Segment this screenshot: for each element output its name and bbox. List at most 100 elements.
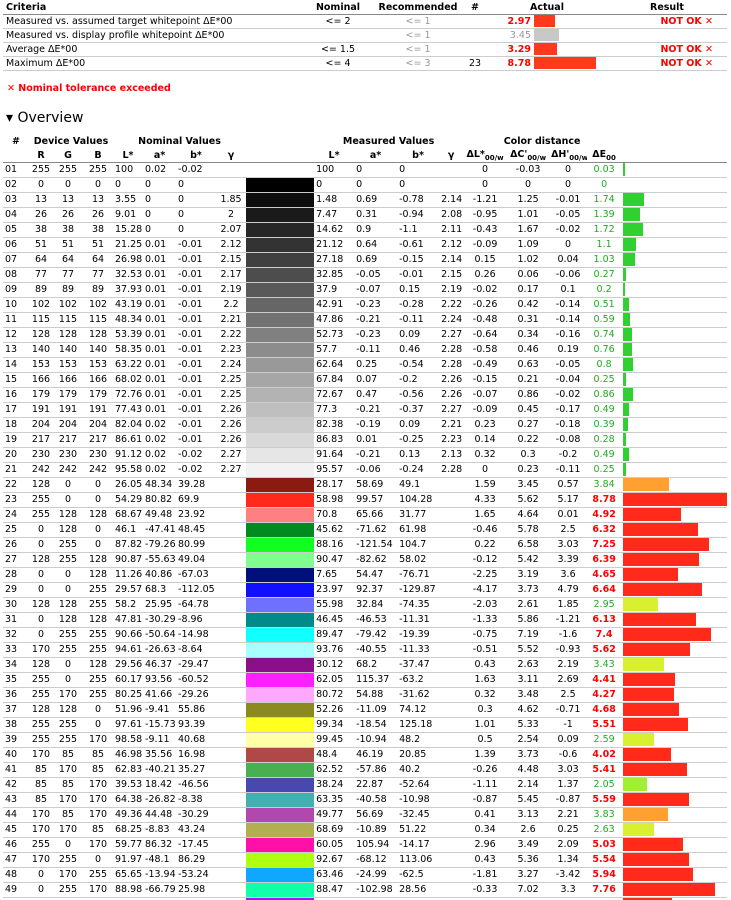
color-swatch [246,222,315,238]
col-label: B [94,149,102,161]
col-label: a* [369,149,382,161]
cell-14: 7.19 [507,627,550,643]
cell-4: 29.56 [113,657,144,673]
cell-0: 41 [3,762,29,778]
cell-9: 0 [314,177,355,193]
delta-e-value: 0 [587,177,622,193]
cell-7 [216,597,247,613]
cell-4: 95.58 [113,462,144,478]
cell-10: -0.21 [354,447,398,463]
cell-11: -37.47 [397,657,440,673]
cell-11: -74.35 [397,597,440,613]
measurement-row: 26 0 255 0 87.82 -79.26 80.99 88.16 -121.54 104.7… [3,537,727,553]
cell-0: 03 [3,192,29,208]
cell-13: 0.22 [463,537,508,553]
cell-5: -47.41 [143,522,177,538]
cell-9: 72.67 [314,387,355,403]
cell-11: -32.45 [397,807,440,823]
overview-heading[interactable]: ▾ Overview [6,110,83,126]
cell-12: 2.19 [439,282,464,298]
measurement-row: 36 255 170 255 80.25 41.66 -29.26 80.72 54.88 -31… [3,687,727,703]
cell-14: 0.23 [507,462,550,478]
cell-9: 52.26 [314,702,355,718]
cell-2: 38 [53,222,83,238]
cell-15: 0.25 [549,822,588,838]
cell-3: 255 [83,162,114,178]
cell-2: 115 [53,312,83,328]
cell-11: -31.62 [397,687,440,703]
cell-2: 85 [53,807,83,823]
col-label: b* [190,149,202,161]
cell-4: 90.87 [113,552,144,568]
cell-2: 170 [53,822,83,838]
cell-5: 0.02 [143,417,177,433]
cell-9: 62.05 [314,672,355,688]
color-swatch [246,267,315,283]
delta-e-bar [623,193,644,207]
swatch-fill [246,657,315,672]
cell-6: -0.01 [176,237,217,253]
cell-3: 0 [83,492,114,508]
cell-15: 0 [549,177,588,193]
criteria-count [463,14,487,29]
delta-e-bar-cell [621,207,727,223]
cell-9: 63.46 [314,867,355,883]
delta-e-bar [623,268,627,282]
column-header-row: R G B L* a* b* γ L* a* b* γ ΔL*00/w ΔC'00/w ΔH'00/w ΔE… [3,148,727,163]
cell-12 [439,687,464,703]
measurement-row: 01 255 255 255 100 0.02 -0.02 100 0 0 0 -0.03 0 0.03 [3,162,727,178]
cell-4: 91.97 [113,852,144,868]
cell-7 [216,522,247,538]
swatch-fill [246,282,315,297]
delta-e-bar-cell [621,387,727,403]
cell-1: 51 [29,237,53,253]
cell-10: -0.05 [354,267,398,283]
swatch-fill [246,342,315,357]
delta-e-bar [623,553,699,567]
delta-e-bar-cell [621,312,727,328]
cell-7 [216,567,247,583]
swatch-fill [246,372,315,387]
cell-1: 166 [29,372,53,388]
cell-11: 125.18 [397,717,440,733]
swatch-fill [246,327,315,342]
cell-2: 204 [53,417,83,433]
measurement-row: 27 128 255 128 90.87 -55.63 49.04 90.47 -82.62 58… [3,552,727,568]
delta-e-value: 5.59 [587,792,622,808]
cell-15: 2.19 [549,657,588,673]
cell-12: 2.14 [439,252,464,268]
cell-13: 0 [463,177,508,193]
cell-9: 91.64 [314,447,355,463]
delta-e-bar [623,403,629,417]
delta-e-bar-cell [621,552,727,568]
cell-1: 255 [29,492,53,508]
cell-15: -0.71 [549,702,588,718]
criteria-actual-bar [534,29,559,41]
measurement-row: 11 115 115 115 48.34 0.01 -0.01 2.21 47.86 -0.21-… [3,312,727,328]
cell-1: 153 [29,357,53,373]
cell-10: 0.69 [354,192,398,208]
cell-1: 38 [29,222,53,238]
cell-13: -1.81 [463,867,508,883]
cell-10: -71.62 [354,522,398,538]
color-swatch [246,177,315,193]
delta-e-bar [623,598,659,612]
cell-7: 2.27 [216,462,247,478]
cell-4: 77.43 [113,402,144,418]
delta-e-bar [623,658,664,672]
delta-e-bar-cell [621,477,727,493]
cell-11: 0.13 [397,447,440,463]
cell-9: 95.57 [314,462,355,478]
cell-6: 43.24 [176,822,217,838]
cell-9: 27.18 [314,252,355,268]
cell-12 [439,807,464,823]
cell-2: 64 [53,252,83,268]
cell-6: -0.01 [176,372,217,388]
criteria-count [463,28,487,43]
cell-7 [216,837,247,853]
color-swatch [246,747,315,763]
cell-7 [216,822,247,838]
color-swatch [246,687,315,703]
measurement-row: 34 128 0 128 29.56 46.37 -29.47 30.12 68.2 -37.47… [3,657,727,673]
cell-10: 0.47 [354,387,398,403]
